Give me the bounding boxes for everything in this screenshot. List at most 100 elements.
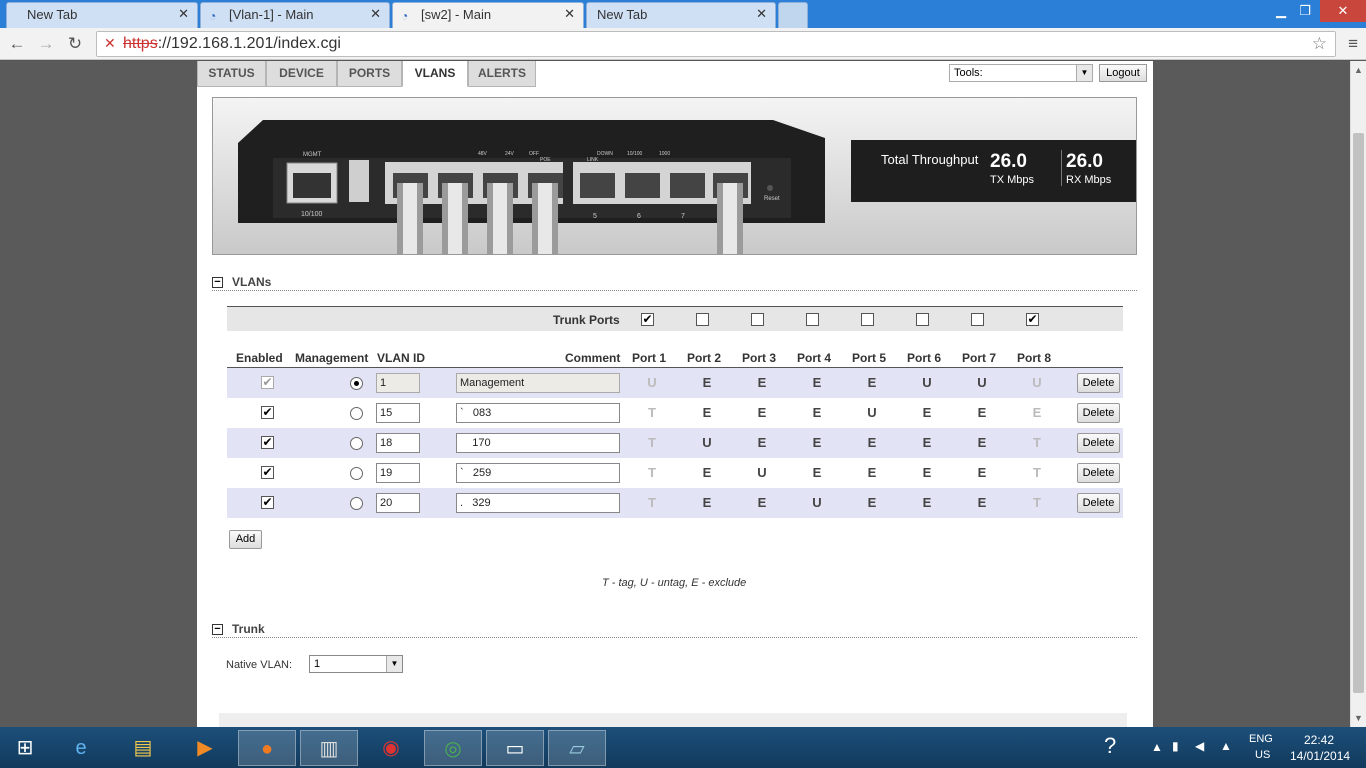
- port-membership[interactable]: T: [645, 405, 659, 420]
- logout-button[interactable]: Logout: [1099, 64, 1147, 82]
- port-membership[interactable]: E: [865, 465, 879, 480]
- lang-indicator-top[interactable]: ENG: [1249, 733, 1273, 745]
- network-icon[interactable]: ▲: [1220, 739, 1232, 753]
- close-window-icon[interactable]: ✕: [1320, 0, 1366, 22]
- management-radio[interactable]: [350, 467, 363, 480]
- browser-tab[interactable]: ◔ [Vlan-1] - Main ✕: [200, 2, 390, 28]
- port-membership[interactable]: E: [920, 405, 934, 420]
- browser-tab[interactable]: New Tab ✕: [586, 2, 776, 28]
- port-membership[interactable]: U: [865, 405, 879, 420]
- vlan-id-input[interactable]: 15: [376, 403, 420, 423]
- reload-icon[interactable]: ↻: [64, 33, 86, 55]
- port-membership[interactable]: E: [865, 375, 879, 390]
- clock-time[interactable]: 22:42: [1304, 733, 1334, 747]
- tab-device[interactable]: DEVICE: [266, 61, 337, 87]
- port-membership[interactable]: E: [700, 405, 714, 420]
- port-membership[interactable]: T: [645, 435, 659, 450]
- port-membership[interactable]: E: [865, 495, 879, 510]
- enabled-checkbox[interactable]: ✔: [261, 376, 274, 389]
- network-app-icon[interactable]: ▥: [300, 730, 358, 766]
- port-membership[interactable]: E: [975, 435, 989, 450]
- bookmark-star-icon[interactable]: ☆: [1312, 34, 1327, 54]
- native-vlan-select[interactable]: 1 ▼: [309, 655, 403, 673]
- port-membership[interactable]: E: [700, 375, 714, 390]
- enabled-checkbox[interactable]: ✔: [261, 466, 274, 479]
- volume-icon[interactable]: ◀: [1195, 739, 1204, 753]
- chevron-up-icon[interactable]: ▲: [1151, 740, 1163, 754]
- port-membership[interactable]: E: [755, 435, 769, 450]
- scroll-down-icon[interactable]: ▼: [1354, 713, 1363, 723]
- port-membership[interactable]: E: [975, 465, 989, 480]
- port-membership[interactable]: T: [1030, 435, 1044, 450]
- enabled-checkbox[interactable]: ✔: [261, 496, 274, 509]
- port-membership[interactable]: E: [700, 495, 714, 510]
- port-membership[interactable]: U: [975, 375, 989, 390]
- chrome-icon[interactable]: ◎: [424, 730, 482, 766]
- restore-icon[interactable]: ❐: [1294, 0, 1316, 22]
- port-membership[interactable]: U: [920, 375, 934, 390]
- address-bar[interactable]: ✕ https://192.168.1.201/index.cgi ☆: [96, 31, 1336, 57]
- delete-button[interactable]: Delete: [1077, 433, 1120, 453]
- comment-input[interactable]: ` 259: [456, 463, 620, 483]
- tab-alerts[interactable]: ALERTS: [468, 61, 536, 87]
- port-membership[interactable]: U: [1030, 375, 1044, 390]
- menu-icon[interactable]: ≡: [1348, 34, 1358, 54]
- close-tab-icon[interactable]: ✕: [370, 6, 381, 22]
- windows-start-icon[interactable]: ⊞: [0, 730, 50, 766]
- collapse-icon[interactable]: −: [212, 277, 223, 288]
- delete-button[interactable]: Delete: [1077, 403, 1120, 423]
- port-membership[interactable]: E: [810, 405, 824, 420]
- new-tab-button[interactable]: [778, 2, 808, 28]
- delete-button[interactable]: Delete: [1077, 373, 1120, 393]
- close-tab-icon[interactable]: ✕: [178, 6, 189, 22]
- delete-button[interactable]: Delete: [1077, 493, 1120, 513]
- enabled-checkbox[interactable]: ✔: [261, 436, 274, 449]
- port-membership[interactable]: E: [810, 435, 824, 450]
- comment-input[interactable]: Management: [456, 373, 620, 393]
- scroll-thumb[interactable]: [1353, 133, 1364, 693]
- help-icon[interactable]: ?: [1104, 733, 1116, 759]
- page-scrollbar[interactable]: ▲ ▼: [1350, 61, 1366, 727]
- port-membership[interactable]: T: [1030, 465, 1044, 480]
- trunk-port-checkbox[interactable]: ✔: [1026, 313, 1039, 326]
- port-membership[interactable]: E: [810, 465, 824, 480]
- trunk-port-checkbox[interactable]: [861, 313, 874, 326]
- add-vlan-button[interactable]: Add: [229, 530, 262, 549]
- port-membership[interactable]: U: [755, 465, 769, 480]
- port-membership[interactable]: E: [755, 495, 769, 510]
- tab-status[interactable]: STATUS: [197, 61, 266, 87]
- trunk-port-checkbox[interactable]: [696, 313, 709, 326]
- port-membership[interactable]: E: [700, 465, 714, 480]
- trunk-port-checkbox[interactable]: [916, 313, 929, 326]
- port-membership[interactable]: T: [645, 465, 659, 480]
- app-icon[interactable]: ◉: [362, 730, 420, 766]
- collapse-icon[interactable]: −: [212, 624, 223, 635]
- vlan-id-input[interactable]: 18: [376, 433, 420, 453]
- port-membership[interactable]: E: [1030, 405, 1044, 420]
- management-radio[interactable]: [350, 407, 363, 420]
- tab-ports[interactable]: PORTS: [337, 61, 402, 87]
- file-explorer-icon[interactable]: ▤: [114, 730, 172, 766]
- vlan-id-input[interactable]: 1: [376, 373, 420, 393]
- clock-date[interactable]: 14/01/2014: [1290, 749, 1350, 763]
- back-icon[interactable]: ←: [6, 33, 28, 55]
- command-prompt-icon[interactable]: ▭: [486, 730, 544, 766]
- port-membership[interactable]: E: [975, 495, 989, 510]
- tab-vlans[interactable]: VLANS: [402, 61, 468, 87]
- battery-icon[interactable]: ▮: [1172, 739, 1179, 753]
- port-membership[interactable]: U: [700, 435, 714, 450]
- port-membership[interactable]: U: [645, 375, 659, 390]
- comment-input[interactable]: 170: [456, 433, 620, 453]
- trunk-port-checkbox[interactable]: [751, 313, 764, 326]
- forward-icon[interactable]: →: [35, 33, 57, 55]
- minimize-icon[interactable]: ▁: [1270, 0, 1292, 22]
- firefox-icon[interactable]: ●: [238, 730, 296, 766]
- management-radio[interactable]: [350, 377, 363, 390]
- notepad-icon[interactable]: ▱: [548, 730, 606, 766]
- port-membership[interactable]: U: [810, 495, 824, 510]
- trunk-port-checkbox[interactable]: [806, 313, 819, 326]
- browser-tab[interactable]: New Tab ✕: [6, 2, 198, 28]
- vlan-id-input[interactable]: 20: [376, 493, 420, 513]
- port-membership[interactable]: E: [920, 435, 934, 450]
- management-radio[interactable]: [350, 437, 363, 450]
